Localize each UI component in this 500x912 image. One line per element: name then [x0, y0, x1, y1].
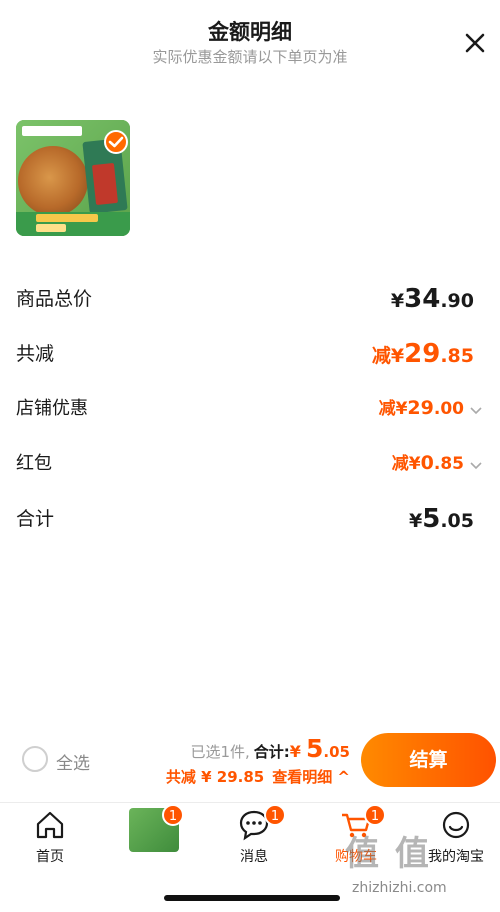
- discount-prefix: 减: [391, 454, 409, 474]
- red-packet-dec: .85: [433, 454, 464, 474]
- product-banner-weight: [36, 224, 66, 232]
- total-discount-value: 减¥29.85: [372, 339, 474, 369]
- sum-dec: .05: [440, 510, 474, 532]
- red-packet-row[interactable]: 红包 减¥0.85: [16, 449, 484, 479]
- red-packet-label: 红包: [16, 453, 52, 474]
- total-discount-dec: .85: [440, 345, 474, 367]
- currency-symbol: ¥: [390, 290, 405, 312]
- shop-discount-dec: .00: [433, 399, 464, 419]
- currency-symbol: ¥: [390, 345, 405, 367]
- page-title: 金额明细: [208, 20, 292, 44]
- tab-home-label: 首页: [36, 849, 64, 865]
- saved-summary: 共减 ¥ 29.85 查看明细 ^: [166, 766, 350, 787]
- smile-icon: [442, 811, 470, 839]
- watermark-logo: 值 值: [345, 834, 431, 874]
- selected-count: 已选1件,: [190, 743, 250, 761]
- watermark-text: zhizhizhi.com: [352, 880, 447, 896]
- product-banner-tag: [36, 214, 98, 222]
- currency-symbol: ¥: [289, 742, 301, 761]
- checkout-total-int: 5: [306, 734, 324, 763]
- brand-logo: [22, 126, 82, 136]
- tab-messages-label: 消息: [240, 849, 268, 865]
- red-packet-value: 减¥0.85: [392, 449, 484, 474]
- shop-discount-int: 29: [407, 397, 434, 419]
- sum-int: 5: [422, 504, 441, 534]
- tab-messages[interactable]: 消息 1: [214, 804, 294, 866]
- total-price-value: ¥34.90: [391, 284, 474, 314]
- messages-badge: 1: [264, 804, 286, 826]
- checkout-total-dec: .05: [323, 743, 350, 761]
- total-price-row: 商品总价 ¥34.90: [16, 284, 484, 314]
- product-preview-badge: 1: [162, 804, 184, 826]
- close-icon: [465, 33, 485, 53]
- shop-discount-label: 店铺优惠: [16, 398, 88, 419]
- total-discount-label: 共减: [16, 343, 55, 365]
- total-price-label: 商品总价: [16, 288, 93, 310]
- sum-label: 合计: [16, 508, 55, 530]
- cart-badge: 1: [364, 804, 386, 826]
- discount-prefix: 减: [378, 399, 396, 419]
- total-label: 合计:: [253, 743, 290, 761]
- currency-symbol: ¥: [408, 454, 421, 474]
- check-icon: [108, 136, 124, 148]
- total-discount-row: 共减 减¥29.85: [16, 339, 484, 369]
- package-label: [91, 162, 119, 206]
- chevron-down-icon: [470, 461, 482, 469]
- total-price-int: 34: [404, 284, 441, 314]
- selected-check[interactable]: [104, 130, 128, 154]
- red-packet-int: 0: [420, 452, 434, 474]
- chevron-down-icon: [470, 406, 482, 414]
- home-indicator: [164, 895, 340, 901]
- shop-discount-row[interactable]: 店铺优惠 减¥29.00: [16, 394, 484, 424]
- saved-amount: 共减 ¥ 29.85: [165, 768, 265, 786]
- noodle-photo: [18, 146, 88, 216]
- checkout-summary: 已选1件, 合计:¥ 5.05: [190, 734, 350, 763]
- shop-discount-value: 减¥29.00: [379, 394, 484, 419]
- sum-value: ¥5.05: [409, 504, 474, 534]
- currency-symbol: ¥: [395, 399, 408, 419]
- tab-home[interactable]: 首页: [10, 808, 90, 866]
- close-button[interactable]: [460, 28, 490, 58]
- checkout-button[interactable]: 结算: [361, 733, 496, 787]
- select-all-label[interactable]: 全选: [56, 749, 90, 774]
- view-detail-link[interactable]: 查看明细 ^: [272, 768, 350, 786]
- sum-row: 合计 ¥5.05: [16, 504, 484, 534]
- tab-product-preview[interactable]: 1: [114, 804, 194, 852]
- product-thumbnail[interactable]: [16, 120, 130, 236]
- sheet-header: 金额明细 实际优惠金额请以下单页为准: [0, 0, 500, 80]
- select-all-radio[interactable]: [22, 746, 48, 772]
- currency-symbol: ¥: [409, 510, 423, 532]
- page-subtitle: 实际优惠金额请以下单页为准: [152, 48, 348, 66]
- home-icon: [36, 811, 64, 839]
- total-discount-int: 29: [404, 339, 441, 369]
- total-price-dec: .90: [440, 290, 474, 312]
- discount-prefix: 减: [371, 345, 391, 367]
